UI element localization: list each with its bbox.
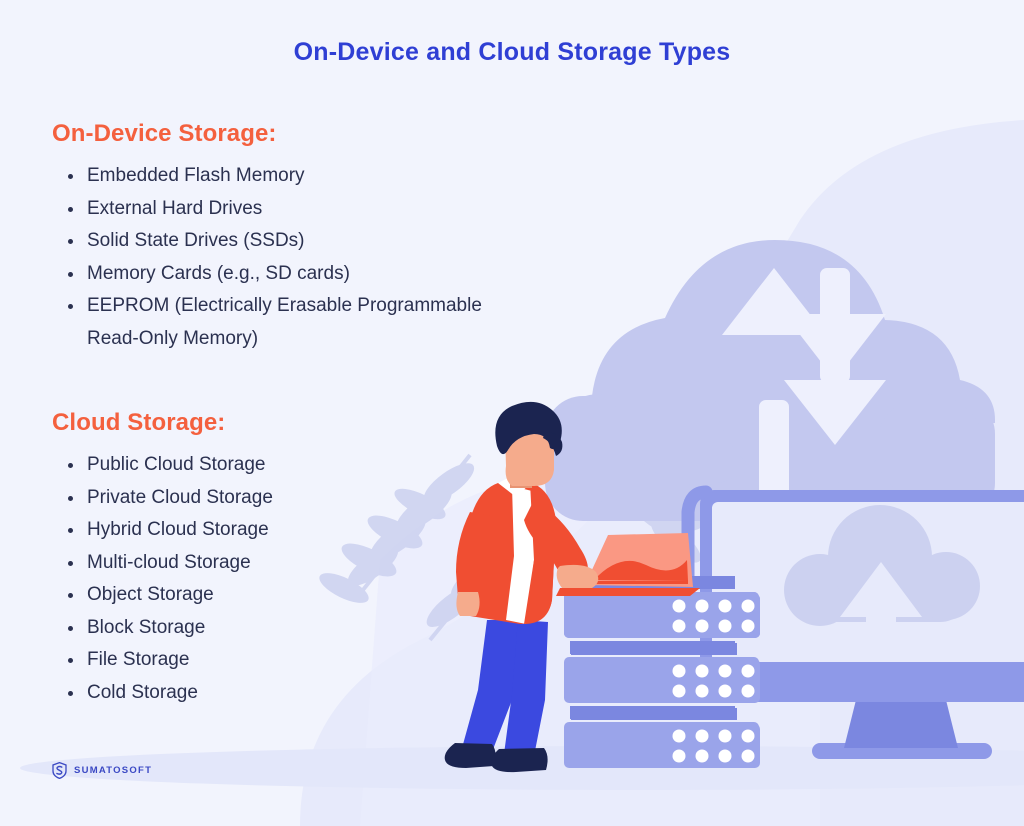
list-item: Solid State Drives (SSDs)	[52, 225, 507, 258]
section-heading-cloud: Cloud Storage:	[52, 409, 226, 436]
list-item: External Hard Drives	[52, 193, 507, 226]
list-item: Multi-cloud Storage	[52, 547, 273, 580]
list-cloud-storage: Public Cloud Storage Private Cloud Stora…	[52, 449, 273, 709]
list-item: Object Storage	[52, 579, 273, 612]
list-on-device-storage: Embedded Flash Memory External Hard Driv…	[52, 160, 507, 355]
brand-logo: SUMATOSOFT	[52, 762, 152, 779]
section-heading-on-device: On-Device Storage:	[52, 120, 277, 147]
list-item: Hybrid Cloud Storage	[52, 514, 273, 547]
section-cloud-storage: Cloud Storage: Public Cloud Storage Priv…	[52, 409, 273, 709]
list-item: EEPROM (Electrically Erasable Programmab…	[52, 290, 507, 355]
shield-s-icon	[52, 762, 67, 779]
logo-wordmark: SUMATOSOFT	[74, 765, 153, 776]
list-item: Cold Storage	[52, 677, 273, 710]
list-item: Private Cloud Storage	[52, 482, 273, 515]
infographic-page: On-Device and Cloud Storage Types On-Dev…	[0, 0, 1024, 826]
list-item: Memory Cards (e.g., SD cards)	[52, 258, 507, 291]
list-item: Embedded Flash Memory	[52, 160, 507, 193]
page-title: On-Device and Cloud Storage Types	[293, 38, 731, 66]
list-item: Block Storage	[52, 612, 273, 645]
section-on-device-storage: On-Device Storage: Embedded Flash Memory…	[52, 120, 507, 355]
list-item: Public Cloud Storage	[52, 449, 273, 482]
text-content-layer: On-Device and Cloud Storage Types On-Dev…	[0, 0, 1024, 826]
list-item: File Storage	[52, 644, 273, 677]
